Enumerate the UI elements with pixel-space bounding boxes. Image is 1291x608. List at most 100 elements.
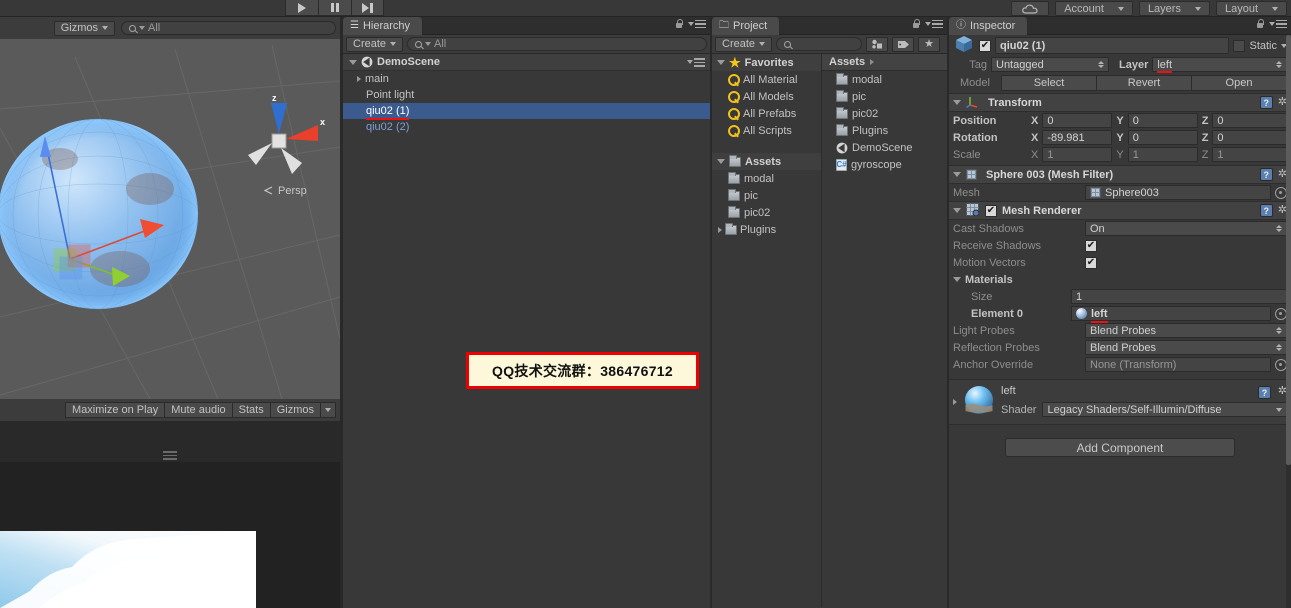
position-y-input[interactable]: 0 (1127, 113, 1198, 128)
scene-viewport[interactable]: z x Persp (0, 39, 340, 399)
gameobject-name-input[interactable]: qiu02 (1) (995, 37, 1230, 54)
transform-component-header[interactable]: Transform ? ✲ (949, 93, 1291, 112)
asset-item-pic02[interactable]: pic02 (822, 105, 947, 122)
lock-icon[interactable] (912, 19, 920, 29)
element0-object-field[interactable]: left (1071, 306, 1271, 323)
shader-dropdown[interactable]: Legacy Shaders/Self-Illumin/Diffuse (1042, 402, 1287, 417)
mesh-object-field[interactable]: Sphere003 (1085, 185, 1271, 200)
mute-audio-button[interactable]: Mute audio (164, 402, 232, 418)
chevron-right-icon[interactable] (953, 399, 957, 405)
gizmos-dropdown[interactable]: Gizmos (53, 20, 115, 36)
tab-inspector[interactable]: ⓘ Inspector (949, 17, 1029, 35)
layer-dropdown[interactable]: left (1152, 57, 1287, 73)
hierarchy-item-qiu02-1[interactable]: qiu02 (1) (343, 103, 710, 120)
project-tree-modal[interactable]: modal (712, 170, 821, 187)
scene-context-menu-icon[interactable] (687, 58, 705, 67)
gizmos-dropdown-caret[interactable] (320, 402, 336, 418)
favorites-filter-button[interactable]: ★ (918, 36, 941, 52)
tab-hierarchy[interactable]: ☰ Hierarchy (343, 17, 424, 35)
project-tree-plugins[interactable]: Plugins (712, 221, 821, 238)
materials-size-input[interactable]: 1 (1071, 289, 1287, 304)
layout-dropdown[interactable]: Layout (1215, 1, 1287, 16)
mesh-renderer-component-header[interactable]: ✔ Mesh Renderer ? ✲ (949, 201, 1291, 220)
chevron-down-icon[interactable] (953, 208, 961, 213)
asset-item-demoscene[interactable]: DemoScene (822, 139, 947, 156)
inspector-scrollbar[interactable] (1286, 35, 1291, 608)
project-assets-header[interactable]: Assets (712, 153, 821, 170)
help-icon[interactable]: ? (1258, 386, 1271, 399)
project-search-input[interactable] (776, 37, 863, 51)
light-probes-dropdown[interactable]: Blend Probes (1085, 323, 1287, 338)
account-dropdown[interactable]: Account (1055, 1, 1133, 16)
hierarchy-item-main[interactable]: main (343, 71, 710, 87)
anchor-override-field[interactable]: None (Transform) (1085, 357, 1271, 372)
mesh-renderer-enabled-checkbox[interactable]: ✔ (985, 204, 997, 217)
pause-button[interactable] (318, 0, 351, 16)
step-button[interactable] (351, 0, 384, 16)
breadcrumb[interactable]: Assets (822, 54, 947, 71)
project-tree-pic02[interactable]: pic02 (712, 204, 821, 221)
inspector-scrollbar-thumb[interactable] (1286, 35, 1291, 465)
favorite-all-material[interactable]: All Material (712, 71, 821, 88)
filter-by-type-button[interactable] (866, 36, 889, 52)
layers-dropdown[interactable]: Layers (1138, 1, 1210, 16)
lock-icon[interactable] (675, 19, 683, 29)
hierarchy-search-input[interactable]: All (407, 37, 707, 51)
panel-splitter-grip[interactable] (163, 451, 177, 460)
motion-vectors-checkbox[interactable]: ✔ (1085, 256, 1097, 269)
chevron-down-icon[interactable] (717, 60, 725, 65)
help-icon[interactable]: ? (1259, 204, 1273, 217)
asset-item-gyroscope[interactable]: C# gyroscope (822, 156, 947, 173)
asset-item-plugins[interactable]: Plugins (822, 122, 947, 139)
favorite-all-models[interactable]: All Models (712, 88, 821, 105)
hierarchy-item-qiu02-2[interactable]: qiu02 (2) (343, 119, 710, 135)
lock-icon[interactable] (1256, 19, 1264, 29)
scale-x-input[interactable]: 1 (1042, 147, 1113, 162)
model-open-button[interactable]: Open (1192, 75, 1287, 91)
favorite-all-scripts[interactable]: All Scripts (712, 122, 821, 139)
materials-foldout-row[interactable]: Materials (949, 271, 1291, 288)
help-icon[interactable]: ? (1259, 168, 1273, 181)
hierarchy-scene-root[interactable]: DemoScene (343, 54, 710, 71)
play-button[interactable] (285, 0, 318, 16)
help-icon[interactable]: ? (1259, 96, 1273, 109)
position-x-input[interactable]: 0 (1042, 113, 1113, 128)
receive-shadows-checkbox[interactable]: ✔ (1085, 239, 1097, 252)
game-render-output[interactable] (0, 531, 256, 608)
cast-shadows-dropdown[interactable]: On (1085, 221, 1287, 236)
filter-by-label-button[interactable] (892, 36, 915, 52)
rotation-x-input[interactable]: -89.981 (1042, 130, 1113, 145)
gizmos-dropdown-button[interactable]: Gizmos (269, 402, 320, 418)
chevron-down-icon[interactable] (717, 159, 725, 164)
scene-search-input[interactable]: All (121, 21, 336, 35)
favorite-all-prefabs[interactable]: All Prefabs (712, 105, 821, 122)
add-component-button[interactable]: Add Component (1005, 438, 1235, 457)
scale-z-input[interactable]: 1 (1212, 147, 1287, 162)
asset-item-modal[interactable]: modal (822, 71, 947, 88)
model-select-button[interactable]: Select (1001, 75, 1097, 91)
mesh-filter-component-header[interactable]: Sphere 003 (Mesh Filter) ? ✲ (949, 165, 1291, 184)
asset-item-pic[interactable]: pic (822, 88, 947, 105)
stats-button[interactable]: Stats (231, 402, 270, 418)
rotation-z-input[interactable]: 0 (1212, 130, 1287, 145)
project-favorites-header[interactable]: ★ Favorites (712, 54, 821, 71)
model-revert-button[interactable]: Revert (1097, 75, 1192, 91)
chevron-right-icon[interactable] (357, 76, 361, 82)
tag-dropdown[interactable]: Untagged (991, 57, 1109, 72)
panel-menu-icon[interactable] (925, 19, 943, 29)
hierarchy-create-button[interactable]: Create (346, 36, 404, 52)
maximize-on-play-button[interactable]: Maximize on Play (65, 402, 165, 418)
scale-y-input[interactable]: 1 (1127, 147, 1198, 162)
position-z-input[interactable]: 0 (1212, 113, 1287, 128)
panel-menu-icon[interactable] (688, 19, 706, 29)
rotation-y-input[interactable]: 0 (1127, 130, 1198, 145)
tab-project[interactable]: 🗀 Project (712, 17, 781, 35)
panel-menu-icon[interactable] (1269, 19, 1287, 29)
project-create-button[interactable]: Create (715, 36, 773, 52)
cloud-services-button[interactable] (1011, 1, 1050, 16)
static-checkbox[interactable] (1233, 39, 1246, 52)
chevron-right-icon[interactable] (718, 226, 722, 233)
project-tree-pic[interactable]: pic (712, 187, 821, 204)
chevron-down-icon[interactable] (953, 100, 961, 105)
gameobject-enabled-checkbox[interactable]: ✔ (979, 39, 991, 52)
